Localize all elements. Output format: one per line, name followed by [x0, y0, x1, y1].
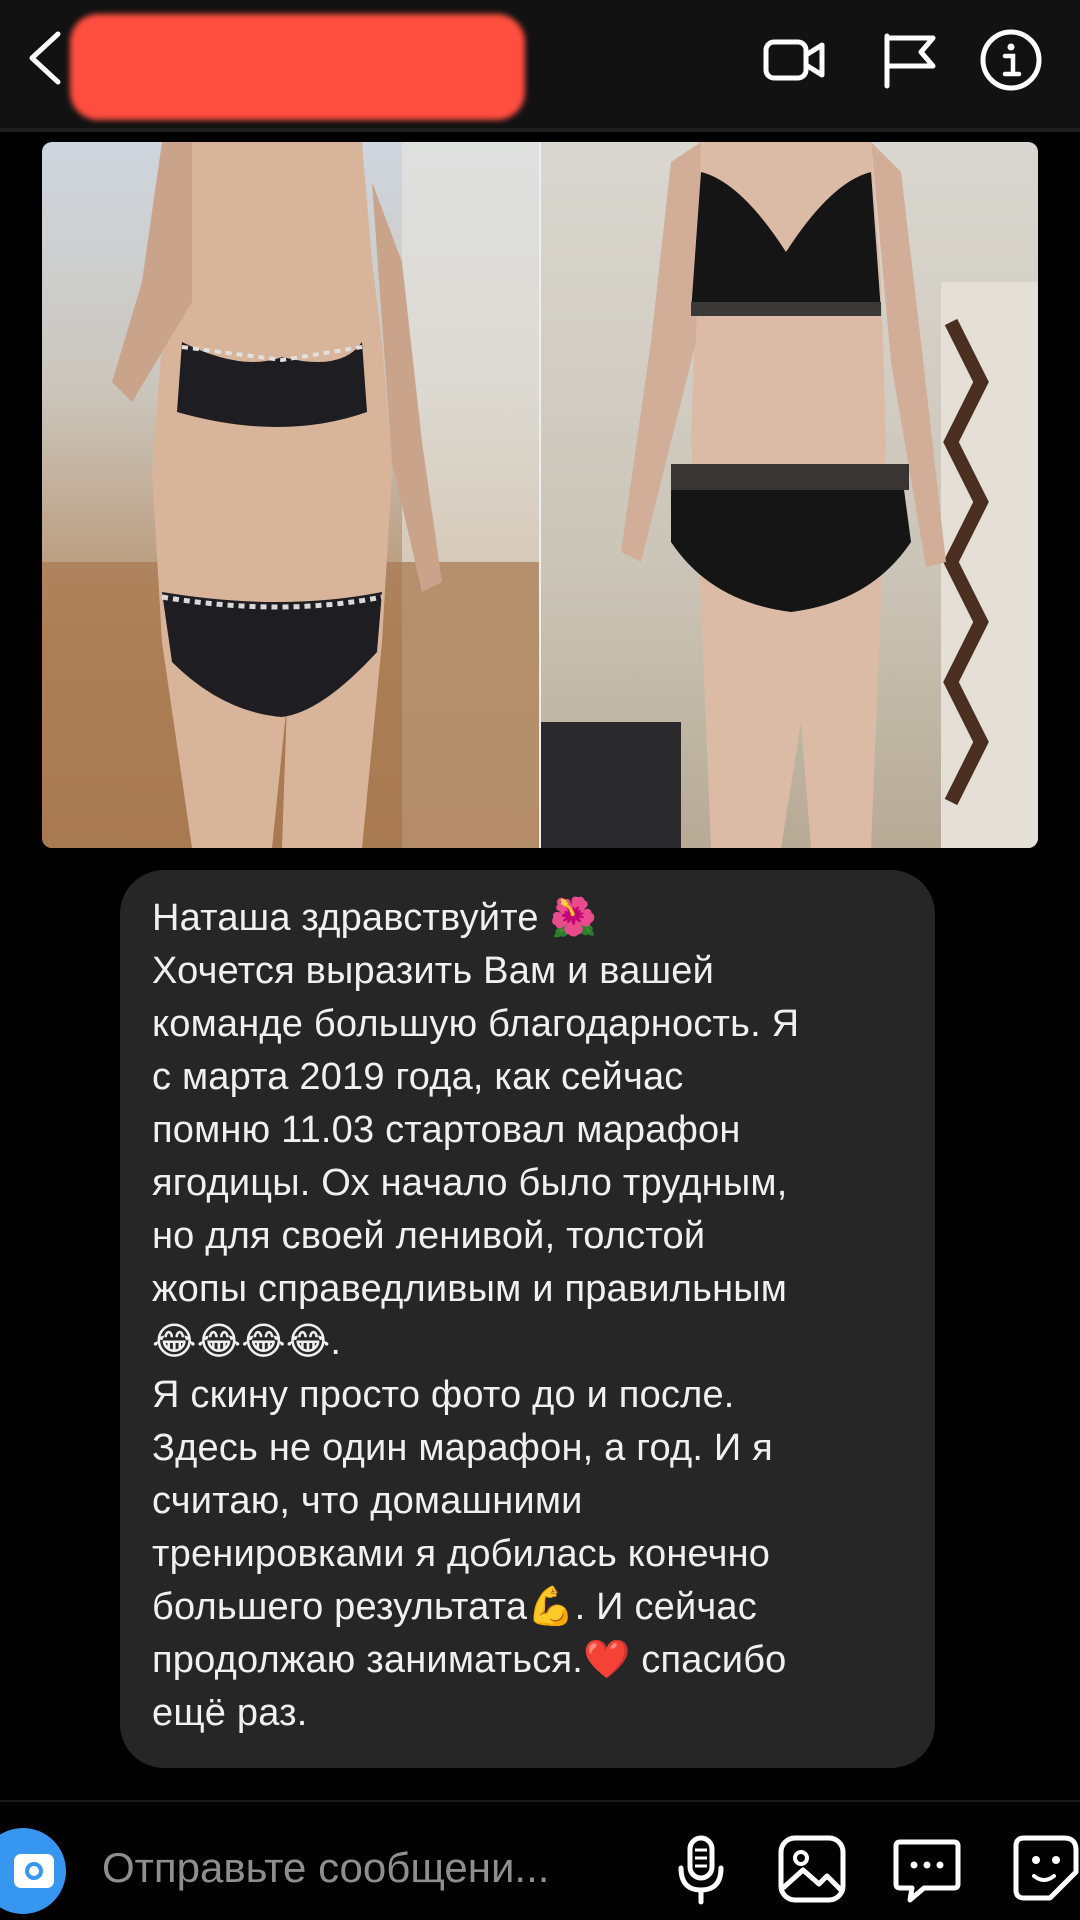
- quick-reply-button[interactable]: [890, 1832, 964, 1906]
- message-input[interactable]: [100, 1832, 644, 1904]
- chevron-left-icon: [29, 31, 61, 85]
- camera-icon: [14, 1854, 54, 1888]
- message-composer: [0, 1802, 1080, 1920]
- message-text: Наташа здравствуйте 🌺 Хочется выразить В…: [152, 897, 800, 1734]
- gallery-button[interactable]: [775, 1832, 849, 1906]
- info-button[interactable]: [978, 28, 1048, 92]
- report-flag-button[interactable]: [875, 28, 945, 92]
- before-after-photo[interactable]: [42, 142, 1038, 848]
- chat-bubble-icon: [893, 1839, 961, 1903]
- back-button[interactable]: [18, 24, 74, 92]
- before-figure-image: [42, 142, 539, 848]
- before-photo: [42, 142, 539, 848]
- sticker-icon: [1013, 1835, 1079, 1901]
- header-divider: [0, 128, 1080, 132]
- video-call-button[interactable]: [760, 28, 830, 92]
- voice-message-button[interactable]: [665, 1832, 739, 1906]
- microphone-icon: [678, 1835, 724, 1905]
- info-icon: [980, 29, 1042, 91]
- gallery-icon: [778, 1835, 846, 1903]
- sticker-button[interactable]: [1010, 1832, 1080, 1906]
- message-bubble[interactable]: Наташа здравствуйте 🌺 Хочется выразить В…: [120, 870, 935, 1768]
- video-camera-icon: [763, 39, 825, 81]
- after-photo: [541, 142, 1038, 848]
- camera-button[interactable]: [0, 1828, 66, 1914]
- after-figure-image: [541, 142, 1038, 848]
- flag-icon: [884, 33, 936, 89]
- chat-header: [0, 0, 1080, 128]
- redacted-contact-name[interactable]: [70, 14, 525, 120]
